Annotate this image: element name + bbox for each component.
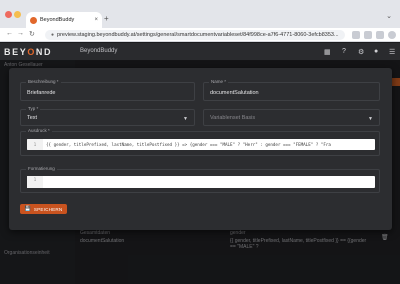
name-field[interactable]: Name * documentSalutation xyxy=(203,79,380,101)
type-label: Typ * xyxy=(26,106,41,111)
line-number: 1 xyxy=(27,139,43,150)
tab-close-icon[interactable]: × xyxy=(94,17,98,23)
expression-label: Ausdruck * xyxy=(26,128,52,133)
basis-select[interactable]: Variablenset Basis ▼ xyxy=(203,109,380,126)
browser-toolbar: ← → ↻ ● preview.staging.beyondbuddy.at/s… xyxy=(0,28,400,42)
save-icon: 💾 xyxy=(24,206,31,212)
formatting-code-editor[interactable]: 1 xyxy=(27,176,375,188)
formatting-field: Formatierung 1 xyxy=(20,166,380,193)
extension-icon[interactable] xyxy=(352,31,360,39)
description-value: Briefanrede xyxy=(27,90,56,96)
basis-placeholder: Variablenset Basis xyxy=(210,115,256,121)
minimize-window-button[interactable] xyxy=(14,11,21,18)
name-label: Name * xyxy=(209,79,229,84)
description-field[interactable]: Beschreibung * Briefanrede xyxy=(20,79,195,101)
address-bar[interactable]: ● preview.staging.beyondbuddy.at/setting… xyxy=(45,30,345,40)
browser-window: BeyondBuddy × + ⌄ ← → ↻ ● preview.stagin… xyxy=(0,0,400,284)
back-icon[interactable]: ← xyxy=(6,30,13,37)
formatting-label: Formatierung xyxy=(26,166,57,171)
profile-avatar[interactable] xyxy=(388,31,396,39)
help-icon[interactable]: ? xyxy=(342,48,346,55)
tab-title: BeyondBuddy xyxy=(40,17,75,23)
beyondbuddy-favicon-icon xyxy=(30,16,37,24)
account-icon[interactable]: ● xyxy=(374,48,378,55)
expression-field: Ausdruck * 1 {{ gender, titlePrefixed, l… xyxy=(20,128,380,156)
browser-tab-bar: BeyondBuddy × + ⌄ xyxy=(0,0,400,28)
lock-icon: ● xyxy=(51,32,55,38)
menu-icon[interactable]: ☰ xyxy=(389,48,395,56)
line-number: 1 xyxy=(27,176,43,188)
grid-icon[interactable]: ▦ xyxy=(324,48,331,56)
app-name: BeyondBuddy xyxy=(80,48,118,54)
type-value: Text xyxy=(27,115,38,121)
dropdown-arrow-icon: ▼ xyxy=(368,116,373,122)
beyond-logo[interactable]: BEYOND xyxy=(4,47,52,57)
url-text: preview.staging.beyondbuddy.at/settings/… xyxy=(57,32,339,38)
type-select[interactable]: Typ * Text ▼ xyxy=(20,106,195,126)
forward-icon[interactable]: → xyxy=(17,30,24,37)
close-window-button[interactable] xyxy=(5,11,12,18)
dropdown-arrow-icon: ▼ xyxy=(183,116,188,122)
name-value: documentSalutation xyxy=(210,90,259,96)
expression-code-editor[interactable]: 1 {{ gender, titlePrefixed, lastName, ti… xyxy=(27,139,375,150)
tab-list-chevron-icon[interactable]: ⌄ xyxy=(386,12,392,20)
settings-icon[interactable]: ⚙ xyxy=(358,48,364,56)
edit-variable-dialog: Beschreibung * Briefanrede Name * docume… xyxy=(9,68,392,230)
save-button[interactable]: 💾 SPEICHERN xyxy=(20,204,67,214)
browser-tab[interactable]: BeyondBuddy × xyxy=(26,12,102,28)
reload-icon[interactable]: ↻ xyxy=(29,30,35,38)
extension-icon[interactable] xyxy=(376,31,384,39)
description-label: Beschreibung * xyxy=(26,79,61,84)
app-header: BEYOND BeyondBuddy ▦ ? ⚙ ● ☰ xyxy=(0,43,400,60)
extension-icon[interactable] xyxy=(364,31,372,39)
expression-code: {{ gender, titlePrefixed, lastName, titl… xyxy=(46,142,331,147)
save-button-label: SPEICHERN xyxy=(33,206,63,212)
new-tab-button[interactable]: + xyxy=(104,14,109,23)
